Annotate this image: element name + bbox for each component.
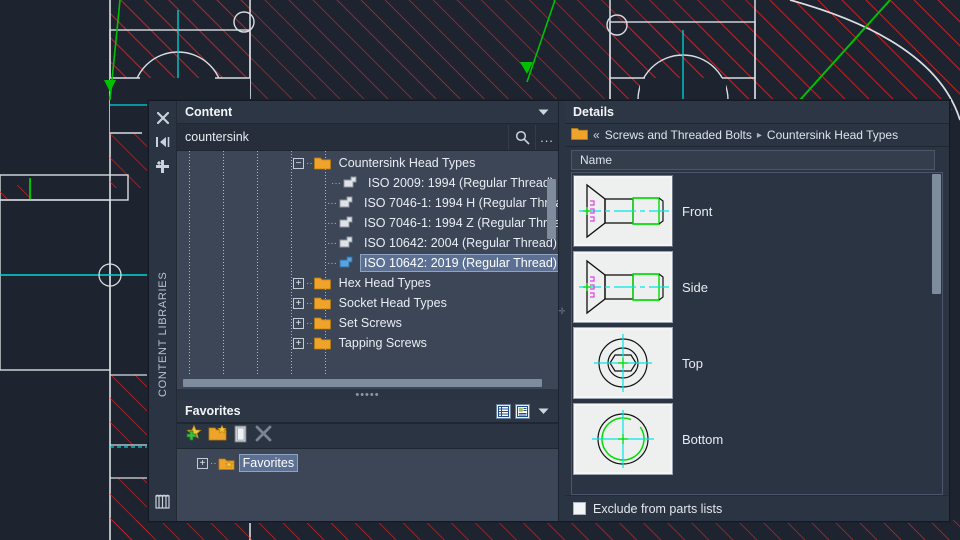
folder-icon	[314, 155, 332, 171]
favorites-toolbar	[177, 423, 558, 449]
folder-icon	[571, 127, 588, 144]
content-tree-item-label: Set Screws	[335, 315, 406, 331]
content-tree[interactable]: −··Countersink Head Types···ISO 2009: 19…	[177, 151, 558, 389]
details-row-label: Side	[673, 280, 708, 295]
exclude-from-parts-lists-checkbox[interactable]	[573, 502, 586, 515]
content-tree-item-label: Hex Head Types	[335, 275, 435, 291]
content-tree-list: −··Countersink Head Types···ISO 2009: 19…	[177, 151, 558, 353]
content-tree-item-label: Tapping Screws	[335, 335, 431, 351]
content-pane-header[interactable]: Content	[177, 101, 558, 124]
expand-toggle-icon[interactable]: +	[293, 318, 304, 329]
favorites-tree[interactable]: + ·· Favorites	[177, 449, 558, 521]
details-footer: Exclude from parts lists	[565, 495, 949, 521]
expand-toggle-icon[interactable]: +	[293, 338, 304, 349]
content-tree-item[interactable]: +··Tapping Screws	[177, 333, 558, 353]
close-icon[interactable]	[153, 107, 173, 129]
details-pane-header: Details	[565, 101, 949, 124]
screw-icon	[339, 195, 357, 211]
magnifier-icon[interactable]	[508, 125, 535, 150]
content-tree-item-label: Countersink Head Types	[335, 155, 480, 171]
library-icon[interactable]	[153, 489, 173, 515]
screw-icon	[339, 215, 357, 231]
details-column: Details « Screws and Threaded Bolts ▸ Co…	[565, 101, 949, 521]
content-tree-item-label: ISO 7046-1: 1994 Z (Regular Thread)	[360, 215, 558, 231]
screw-icon-selected	[339, 255, 357, 271]
content-tree-item[interactable]: ···ISO 2009: 1994 (Regular Thread)	[177, 173, 558, 193]
breadcrumb-separator-icon: ▸	[757, 130, 762, 141]
content-tree-hscrollbar[interactable]	[183, 379, 542, 387]
content-tree-item[interactable]: −··Countersink Head Types	[177, 153, 558, 173]
content-tree-item-label: ISO 7046-1: 1994 H (Regular Thread)	[360, 195, 558, 211]
expand-toggle-icon[interactable]: +	[293, 298, 304, 309]
content-tree-item[interactable]: +··Socket Head Types	[177, 293, 558, 313]
new-folder-icon[interactable]	[208, 425, 227, 447]
details-pane-title: Details	[573, 105, 614, 119]
content-tree-item[interactable]: +··Set Screws	[177, 313, 558, 333]
details-row-label: Front	[673, 204, 712, 219]
breadcrumb-item-0[interactable]: Screws and Threaded Bolts	[605, 128, 752, 142]
breadcrumb[interactable]: « Screws and Threaded Bolts ▸ Countersin…	[565, 124, 949, 147]
palette-body: Content ... −··Countersink Head T	[177, 101, 949, 521]
favorites-tree-item-label: Favorites	[239, 454, 298, 472]
paste-icon[interactable]	[233, 425, 249, 448]
content-pane-title: Content	[185, 105, 232, 119]
content-tree-item-label: ISO 2009: 1994 (Regular Thread)	[364, 175, 558, 191]
details-row-label: Bottom	[673, 432, 723, 447]
content-column: Content ... −··Countersink Head T	[177, 101, 559, 521]
details-row-label: Top	[673, 356, 703, 371]
auto-hide-pin-icon[interactable]	[153, 131, 173, 153]
screw-icon	[339, 235, 357, 251]
content-libraries-palette[interactable]: CONTENT LIBRARIES Content ...	[148, 100, 950, 522]
favorites-folder-icon	[218, 455, 236, 471]
favorites-pane-header[interactable]: Favorites	[177, 400, 558, 423]
favorites-pane-title: Favorites	[185, 404, 241, 418]
folder-icon	[314, 315, 332, 331]
content-tree-item[interactable]: ···ISO 7046-1: 1994 Z (Regular Thread)	[177, 213, 558, 233]
details-row[interactable]: Top	[572, 325, 942, 401]
favorites-tree-item[interactable]: + ·· Favorites	[177, 453, 558, 473]
details-row[interactable]: Front	[572, 173, 942, 249]
chevron-down-icon[interactable]	[536, 105, 550, 119]
palette-rail: CONTENT LIBRARIES	[149, 101, 177, 521]
details-row[interactable]: Side	[572, 249, 942, 325]
details-thumbnail[interactable]	[573, 175, 673, 247]
content-tree-item[interactable]: ···ISO 10642: 2004 (Regular Thread)	[177, 233, 558, 253]
search-input[interactable]	[177, 124, 508, 150]
screw-icon	[343, 175, 361, 191]
properties-icon[interactable]	[153, 155, 173, 177]
search-row[interactable]: ...	[177, 124, 558, 151]
expand-toggle-icon[interactable]: +	[293, 278, 304, 289]
content-tree-scrollbar[interactable]	[547, 179, 556, 239]
details-thumbnail[interactable]	[573, 327, 673, 399]
search-options-button[interactable]: ...	[535, 125, 558, 150]
content-tree-item[interactable]: +··Hex Head Types	[177, 273, 558, 293]
chevron-down-icon[interactable]	[536, 404, 550, 418]
breadcrumb-back-icon[interactable]: «	[593, 128, 600, 142]
expand-toggle-icon[interactable]: +	[197, 458, 208, 469]
delete-icon[interactable]	[255, 425, 272, 447]
content-tree-item[interactable]: ···ISO 7046-1: 1994 H (Regular Thread)	[177, 193, 558, 213]
details-column-header[interactable]: Name	[571, 150, 935, 170]
folder-icon	[314, 275, 332, 291]
content-tree-item[interactable]: ···ISO 10642: 2019 (Regular Thread)	[177, 253, 558, 273]
details-rows[interactable]: Front Side Top Bottom	[571, 172, 943, 495]
details-thumbnail[interactable]	[573, 403, 673, 475]
details-row[interactable]: Bottom	[572, 401, 942, 477]
details-scrollbar[interactable]	[932, 174, 941, 294]
list-view-icon[interactable]	[496, 404, 511, 419]
content-tree-item-label: ISO 10642: 2004 (Regular Thread)	[360, 235, 558, 251]
folder-icon	[314, 335, 332, 351]
add-favorite-icon[interactable]	[183, 424, 202, 448]
thumbnail-view-icon[interactable]	[515, 404, 530, 419]
expand-toggle-icon[interactable]: −	[293, 158, 304, 169]
content-tree-item-label: ISO 10642: 2019 (Regular Thread)	[360, 254, 558, 272]
content-tree-item-label: Socket Head Types	[335, 295, 451, 311]
exclude-from-parts-lists-label: Exclude from parts lists	[593, 502, 722, 516]
palette-title-vertical: CONTENT LIBRARIES	[157, 179, 169, 489]
pane-splitter-grip[interactable]: •••••	[177, 389, 558, 400]
folder-icon	[314, 295, 332, 311]
details-thumbnail[interactable]	[573, 251, 673, 323]
breadcrumb-item-1[interactable]: Countersink Head Types	[767, 128, 898, 142]
